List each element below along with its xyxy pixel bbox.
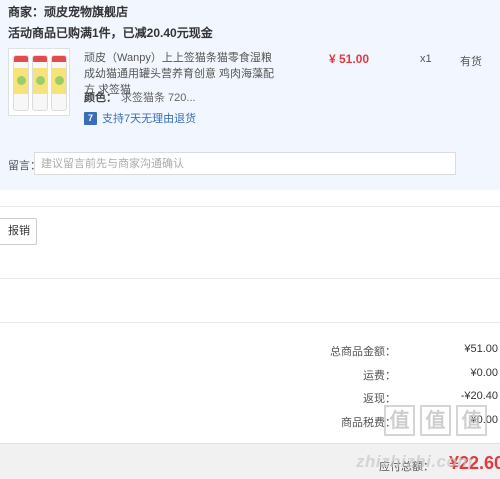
product-can-image bbox=[51, 55, 67, 111]
seven-day-return-icon: 7 bbox=[84, 111, 97, 125]
shop-order-panel: 商家：顽皮宠物旗舰店 活动商品已购满1件，已减20.40元现金 顽皮（Wanpy… bbox=[0, 0, 500, 190]
watermark-char: 值 bbox=[384, 405, 415, 436]
watermark-char: 值 bbox=[420, 405, 451, 436]
return-policy-text: 支持7天无理由退货 bbox=[102, 113, 197, 125]
product-can-image bbox=[13, 55, 29, 111]
product-thumbnail[interactable] bbox=[8, 48, 70, 116]
summary-label: 返现： bbox=[363, 393, 396, 405]
merchant-name[interactable]: 商家：顽皮宠物旗舰店 bbox=[8, 3, 128, 20]
return-policy[interactable]: 7 支持7天无理由退货 bbox=[84, 110, 196, 126]
report-button[interactable]: 报销 bbox=[0, 218, 37, 245]
summary-value: -¥20.40 bbox=[460, 390, 498, 402]
divider bbox=[0, 322, 500, 323]
divider bbox=[0, 206, 500, 207]
product-price: ¥ 51.00 bbox=[329, 52, 370, 66]
message-input[interactable] bbox=[34, 152, 456, 175]
color-value: 求签猫条 720... bbox=[121, 92, 196, 104]
summary-label: 总商品金额： bbox=[330, 346, 396, 358]
promo-info: 活动商品已购满1件，已减20.40元现金 bbox=[8, 26, 213, 40]
divider bbox=[0, 278, 500, 279]
watermark-url: zhizhizhi.com bbox=[356, 452, 473, 471]
product-color: 颜色： 求签猫条 720... bbox=[84, 89, 196, 105]
watermark-logo: 值 值 值 bbox=[384, 405, 487, 436]
summary-value: ¥0.00 bbox=[470, 367, 498, 379]
watermark-char: 值 bbox=[456, 405, 487, 436]
summary-value: ¥51.00 bbox=[464, 343, 498, 355]
summary-label: 运费： bbox=[363, 370, 396, 382]
color-label: 颜色： bbox=[84, 92, 117, 104]
product-quantity: x1 bbox=[420, 53, 432, 65]
stock-status: 有货 bbox=[460, 56, 482, 68]
product-can-image bbox=[32, 55, 48, 111]
